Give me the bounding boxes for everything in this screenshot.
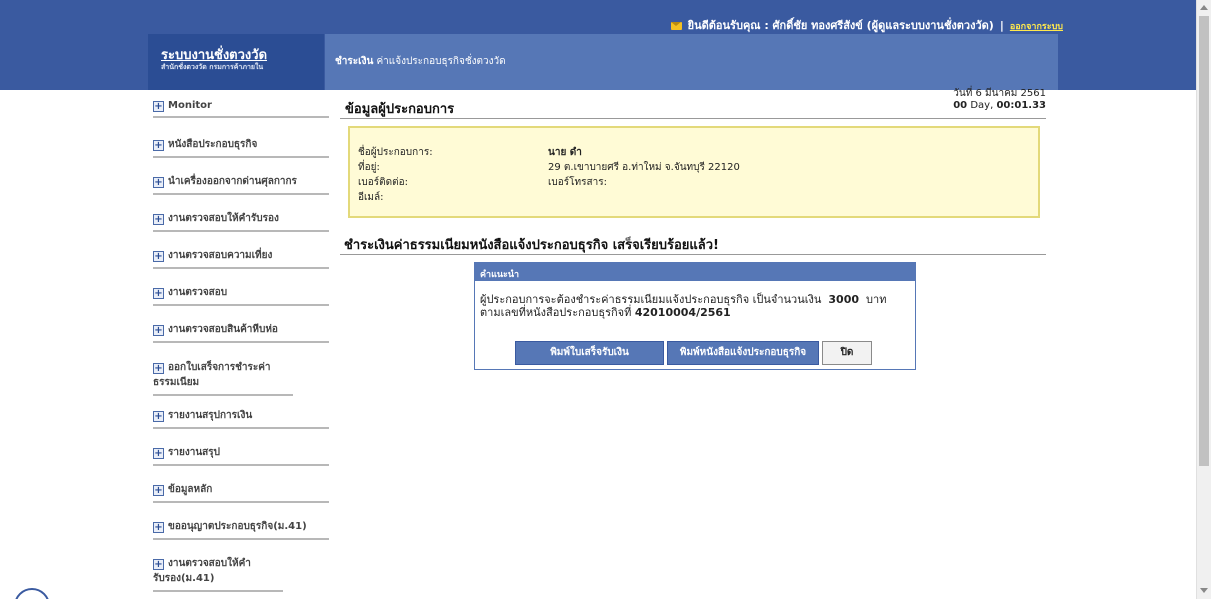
scroll-down-arrow-icon[interactable] <box>1200 588 1208 593</box>
sidebar-item-certification-inspection[interactable]: + งานตรวจสอบให้คำรับรอง <box>153 211 329 232</box>
page-scrollbar[interactable] <box>1196 0 1211 599</box>
sidebar-item-business-documents[interactable]: + หนังสือประกอบธุรกิจ <box>153 137 329 158</box>
welcome-bar: ยินดีต้อนรับคุณ : ศักดิ์ชัย ทองศรีสังข์ … <box>670 16 1063 34</box>
print-business-document-button[interactable]: พิมพ์หนังสือแจ้งประกอบธุรกิจ <box>667 341 819 365</box>
sidebar-item-monitor[interactable]: + Monitor <box>153 100 329 118</box>
sidebar-item-accuracy-inspection[interactable]: + งานตรวจสอบความเที่ยง <box>153 248 329 269</box>
corner-circle-icon[interactable] <box>14 588 50 599</box>
timer-day-label: Day, <box>970 100 994 111</box>
timer-time: 00:01.33 <box>996 100 1046 111</box>
breadcrumb-section[interactable]: ชำระเงิน <box>335 56 373 67</box>
breadcrumb: ชำระเงิน ค่าแจ้งประกอบธุรกิจชั่งตวงวัด <box>335 54 506 69</box>
info-value-address: 29 ต.เขาบายศรี อ.ท่าใหม่ จ.จันทบุรี 2212… <box>548 162 740 173</box>
sidebar-item-summary-report[interactable]: + รายงานสรุป <box>153 445 329 466</box>
sidebar-menu: + Monitor + หนังสือประกอบธุรกิจ + นำเครื่อง… <box>150 90 330 599</box>
expand-plus-icon[interactable]: + <box>153 363 164 374</box>
expand-plus-icon[interactable]: + <box>153 177 164 188</box>
welcome-text: ยินดีต้อนรับคุณ : ศักดิ์ชัย ทองศรีสังข์ … <box>687 19 994 32</box>
dialog-line-2: ตามเลขที่หนังสือประกอบธุรกิจที่ 42010004… <box>480 306 731 319</box>
sidebar-item-label: งานตรวจสอบ <box>168 287 228 298</box>
sidebar-item-label: งานตรวจสอบให้คำรับรอง(ม.41) <box>153 558 251 584</box>
brand-block[interactable]: ระบบงานชั่งตวงวัด สำนักชั่งตวงวัด กรมการ… <box>148 34 324 90</box>
logout-link[interactable]: ออกจากระบบ <box>1010 22 1063 32</box>
currency: บาท <box>866 293 887 306</box>
sidebar-item-label: นำเครื่องออกจากด่านศุลกากร <box>168 176 297 187</box>
sidebar-item-label: ข้อมูลหลัก <box>168 484 213 495</box>
sidebar-item-label: รายงานสรุป <box>168 447 221 458</box>
breadcrumb-bar: ชำระเงิน ค่าแจ้งประกอบธุรกิจชั่งตวงวัด <box>325 34 1058 90</box>
expand-plus-icon[interactable]: + <box>153 214 164 225</box>
sidebar-item-master-data[interactable]: + ข้อมูลหลัก <box>153 482 329 503</box>
date-timer: วันที่ 6 มีนาคม 2561 00 Day, 00:01.33 <box>953 88 1046 112</box>
dialog-title: คำแนะนำ <box>475 263 915 281</box>
expand-plus-icon[interactable]: + <box>153 522 164 533</box>
success-message: ชำระเงินค่าธรรมเนียมหนังสือแจ้งประกอบธุร… <box>344 238 719 253</box>
close-button[interactable]: ปิด <box>822 341 872 365</box>
info-label: ที่อยู่: <box>358 162 380 173</box>
expand-plus-icon[interactable]: + <box>153 325 164 336</box>
advice-dialog: คำแนะนำ ผู้ประกอบการจะต้องชำระค่าธรรมเนี… <box>474 262 916 370</box>
expand-plus-icon[interactable]: + <box>153 411 164 422</box>
operator-info-table: ชื่อผู้ประกอบการ: นาย ดำ ที่อยู่: 29 ต.เ… <box>358 145 740 205</box>
document-number: 42010004/2561 <box>634 306 731 319</box>
sidebar-item-packaged-goods[interactable]: + งานตรวจสอบสินค้าหีบห่อ <box>153 322 329 343</box>
top-header: ยินดีต้อนรับคุณ : ศักดิ์ชัย ทองศรีสังข์ … <box>0 0 1196 90</box>
title-divider <box>340 118 1046 119</box>
info-label: เบอร์ติดต่อ: <box>358 177 408 188</box>
dialog-line-1: ผู้ประกอบการจะต้องชำระค่าธรรมเนียมแจ้งปร… <box>480 293 887 306</box>
expand-plus-icon[interactable]: + <box>153 251 164 262</box>
sidebar-item-certification-m41[interactable]: + งานตรวจสอบให้คำรับรอง(ม.41) <box>153 556 283 592</box>
operator-info-box: ชื่อผู้ประกอบการ: นาย ดำ ที่อยู่: 29 ต.เ… <box>348 126 1040 218</box>
current-date: วันที่ 6 มีนาคม 2561 <box>953 88 1046 99</box>
sidebar-item-customs-export[interactable]: + นำเครื่องออกจากด่านศุลกากร <box>153 174 329 195</box>
sidebar-item-label: ออกใบเสร็จการชำระค่าธรรมเนียม <box>153 362 271 388</box>
sidebar-item-label: รายงานสรุปการเงิน <box>168 410 253 421</box>
sidebar-item-label: Monitor <box>168 100 212 111</box>
success-divider <box>340 254 1046 255</box>
info-row-name: ชื่อผู้ประกอบการ: นาย ดำ <box>358 145 740 160</box>
sidebar-item-fee-receipts[interactable]: + ออกใบเสร็จการชำระค่าธรรมเนียม <box>153 360 293 396</box>
timer-days: 00 <box>953 100 968 111</box>
sidebar-item-label: ขออนุญาตประกอบธุรกิจ(ม.41) <box>168 521 307 532</box>
sidebar-item-label: งานตรวจสอบให้คำรับรอง <box>168 213 279 224</box>
sidebar-item-label: หนังสือประกอบธุรกิจ <box>168 139 258 150</box>
info-value-name: นาย ดำ <box>548 147 582 158</box>
sidebar-item-inspection[interactable]: + งานตรวจสอบ <box>153 285 329 306</box>
info-label-fax: เบอร์โทรสาร: <box>548 177 607 188</box>
dialog-message: ผู้ประกอบการจะต้องชำระค่าธรรมเนียมแจ้งปร… <box>480 293 886 319</box>
mail-icon[interactable] <box>670 22 682 30</box>
sidebar-item-business-permit[interactable]: + ขออนุญาตประกอบธุรกิจ(ม.41) <box>153 519 329 540</box>
header-separator: | <box>999 19 1004 32</box>
expand-plus-icon[interactable]: + <box>153 140 164 151</box>
expand-plus-icon[interactable]: + <box>153 448 164 459</box>
scroll-thumb[interactable] <box>1199 16 1209 466</box>
info-row-phone: เบอร์ติดต่อ: เบอร์โทรสาร: <box>358 175 740 190</box>
scroll-up-arrow-icon[interactable] <box>1200 5 1208 10</box>
sidebar-item-finance-report[interactable]: + รายงานสรุปการเงิน <box>153 408 329 429</box>
session-timer: 00 Day, 00:01.33 <box>953 100 1046 112</box>
page-title: ข้อมูลผู้ประกอบการ <box>345 102 455 117</box>
info-row-address: ที่อยู่: 29 ต.เขาบายศรี อ.ท่าใหม่ จ.จันท… <box>358 160 740 175</box>
print-receipt-button[interactable]: พิมพ์ใบเสร็จรับเงิน <box>515 341 664 365</box>
info-row-email: อีเมล์: <box>358 190 740 205</box>
expand-plus-icon[interactable]: + <box>153 101 164 112</box>
info-label: ชื่อผู้ประกอบการ: <box>358 147 433 158</box>
expand-plus-icon[interactable]: + <box>153 288 164 299</box>
sidebar-item-label: งานตรวจสอบความเที่ยง <box>168 250 273 261</box>
brand-subtitle: สำนักชั่งตวงวัด กรมการค้าภายใน <box>161 63 264 71</box>
breadcrumb-page: ค่าแจ้งประกอบธุรกิจชั่งตวงวัด <box>376 56 506 67</box>
info-label: อีเมล์: <box>358 192 384 203</box>
sidebar-item-label: งานตรวจสอบสินค้าหีบห่อ <box>168 324 278 335</box>
expand-plus-icon[interactable]: + <box>153 559 164 570</box>
fee-amount: 3000 <box>828 293 860 306</box>
expand-plus-icon[interactable]: + <box>153 485 164 496</box>
